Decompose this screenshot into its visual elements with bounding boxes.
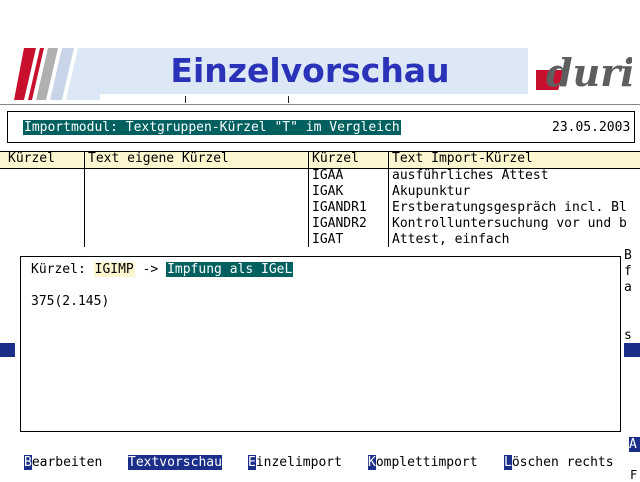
page-title: Einzelvorschau bbox=[170, 51, 450, 90]
menu-label: earbeiten bbox=[31, 455, 103, 470]
row-text: ausführliches Attest bbox=[392, 168, 549, 183]
hotkey: L bbox=[504, 455, 512, 470]
right-scroll-marker[interactable] bbox=[624, 343, 640, 357]
menu-label: omplettimport bbox=[375, 455, 478, 470]
row-text: Erstberatungsgespräch incl. Bl bbox=[392, 200, 627, 215]
detail-panel bbox=[20, 256, 621, 432]
column-divider bbox=[388, 151, 389, 247]
row-code: IGAT bbox=[312, 232, 344, 247]
detail-text: Impfung als IGeL bbox=[166, 262, 294, 277]
row-text: Kontrolluntersuchung vor und b bbox=[392, 216, 627, 231]
detail-code: IGIMP bbox=[93, 262, 135, 277]
hotkey: K bbox=[368, 455, 376, 470]
header-tick bbox=[288, 96, 289, 103]
corner-letter-a: A bbox=[629, 437, 640, 452]
side-letter: B bbox=[624, 248, 632, 263]
header-divider bbox=[0, 104, 640, 105]
menu-einzelimport[interactable]: Einzelimport bbox=[248, 455, 342, 470]
menu-label: Textvorschau bbox=[128, 455, 222, 470]
row-code: IGANDR1 bbox=[312, 200, 367, 215]
menu-loeschen-rechts[interactable]: Löschen rechts bbox=[504, 455, 614, 470]
detail-label: Kürzel: bbox=[31, 262, 94, 277]
brand-text: duria bbox=[546, 50, 632, 95]
module-label: Importmodul: Textgruppen-Kürzel "T" im V… bbox=[23, 120, 401, 135]
side-letter: s bbox=[624, 328, 632, 343]
column-header-own-code: Kürzel bbox=[8, 151, 55, 166]
column-header-import-text: Text Import-Kürzel bbox=[392, 151, 533, 166]
date-display: 23.05.2003 bbox=[552, 120, 631, 135]
left-scroll-marker[interactable] bbox=[0, 343, 15, 357]
column-header-import-code: Kürzel bbox=[312, 151, 359, 166]
menu-label: inzelimport bbox=[255, 455, 342, 470]
row-text: Attest, einfach bbox=[392, 232, 510, 247]
menu-label: öschen rechts bbox=[511, 455, 614, 470]
row-code: IGANDR2 bbox=[312, 216, 367, 231]
duria-logo-icon: duria bbox=[536, 50, 632, 95]
menu-bearbeiten[interactable]: Bearbeiten bbox=[24, 455, 102, 470]
detail-kuerzel-line: Kürzel: IGIMP -> Impfung als IGeL bbox=[31, 262, 294, 278]
side-letter: f bbox=[624, 264, 632, 279]
corner-letter-f: F bbox=[630, 468, 638, 482]
detail-arrow: -> bbox=[134, 262, 167, 277]
column-divider bbox=[84, 151, 85, 247]
hotkey: B bbox=[24, 455, 32, 470]
detail-count: 375(2.145) bbox=[31, 294, 110, 309]
menu-komplettimport[interactable]: Komplettimport bbox=[368, 455, 478, 470]
stripes-logo-icon bbox=[14, 48, 100, 100]
column-header-own-text: Text eigene Kürzel bbox=[88, 151, 229, 166]
hotkey: E bbox=[248, 455, 256, 470]
row-code: IGAA bbox=[312, 168, 344, 183]
menu-textvorschau[interactable]: Textvorschau bbox=[128, 455, 222, 470]
column-divider bbox=[308, 151, 309, 247]
row-text: Akupunktur bbox=[392, 184, 471, 199]
header-tick bbox=[185, 96, 186, 103]
side-letter: a bbox=[624, 280, 632, 295]
row-code: IGAK bbox=[312, 184, 344, 199]
